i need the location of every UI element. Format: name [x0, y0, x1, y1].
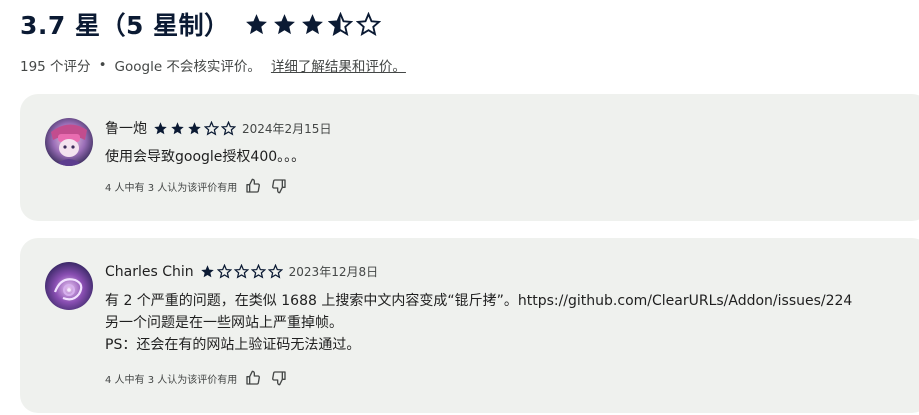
helpful-count: 4 人中有 3 人认为该评价有用 [105, 182, 238, 194]
thumbs-up-icon[interactable] [245, 370, 261, 386]
thumbs-down-icon[interactable] [271, 370, 287, 386]
star-empty-icon [204, 120, 219, 136]
star-half-icon [327, 11, 353, 36]
review-text: 使用会导致google授权400。。。 [105, 146, 305, 168]
thumbs-up-icon[interactable] [245, 178, 261, 194]
star-empty-icon [233, 264, 249, 279]
review-card: Charles Chin 2023年12月8日 有 2 个严重的问题，在类似 1… [20, 238, 919, 413]
star-empty-icon [250, 264, 266, 279]
avatar-purple-swirl-icon [45, 262, 93, 310]
star-full-icon [245, 13, 267, 34]
review-text: 有 2 个严重的问题，在类似 1688 上搜索中文内容变成“锟斤拷”。https… [105, 290, 852, 356]
star-empty-icon [267, 264, 283, 279]
avatar-anime-character-icon [45, 118, 93, 166]
review-card: 鲁一炮 2024年2月15日 使用会导致google授权400。。。 4 人中有… [20, 94, 919, 221]
review-author: Charles Chin [105, 263, 194, 280]
review-line: 使用会导致google授权400。。。 [105, 149, 306, 165]
star-empty-icon [221, 120, 236, 136]
helpful-row: 4 人中有 3 人认为该评价有用 [105, 178, 287, 194]
review-line: PS：还会在有的网站上验证码无法通过。 [105, 337, 361, 353]
review-line: 有 2 个严重的问题，在类似 1688 上搜索中文内容变成“锟斤拷”。https… [105, 293, 853, 309]
star-empty-icon [355, 11, 381, 36]
avatar [45, 262, 93, 310]
avatar [45, 118, 93, 166]
review-header: Charles Chin 2023年12月8日 [105, 263, 378, 280]
review-stars [200, 264, 283, 279]
star-full-icon [188, 121, 201, 134]
thumbs-down-icon[interactable] [271, 178, 287, 194]
rating-count: 195 个评分 [20, 59, 91, 75]
review-stars [153, 120, 236, 136]
rating-summary: 195 个评分 • Google 不会核实评价。 详细了解结果和评价。 [20, 55, 406, 75]
review-date: 2023年12月8日 [288, 265, 379, 279]
review-header: 鲁一炮 2024年2月15日 [105, 118, 331, 138]
star-full-icon [273, 13, 295, 34]
star-full-icon [154, 121, 167, 134]
helpful-row: 4 人中有 3 人认为该评价有用 [105, 370, 287, 386]
star-full-icon [200, 265, 214, 278]
review-date: 2024年2月15日 [242, 121, 332, 136]
star-full-icon [301, 13, 323, 34]
star-empty-icon [216, 264, 232, 279]
review-line: 另一个问题是在一些网站上严重掉帧。 [105, 315, 343, 331]
overall-stars [244, 11, 381, 37]
helpful-count: 4 人中有 3 人认为该评价有用 [105, 374, 238, 386]
separator-dot: • [98, 57, 107, 73]
learn-more-link[interactable]: 详细了解结果和评价。 [271, 55, 406, 75]
star-full-icon [171, 121, 184, 134]
rating-title: 3.7 星（5 星制） [20, 11, 230, 40]
review-author: 鲁一炮 [105, 121, 147, 137]
disclaimer-text: Google 不会核实评价。 [114, 59, 261, 75]
rating-header: 3.7 星（5 星制） [20, 6, 381, 42]
